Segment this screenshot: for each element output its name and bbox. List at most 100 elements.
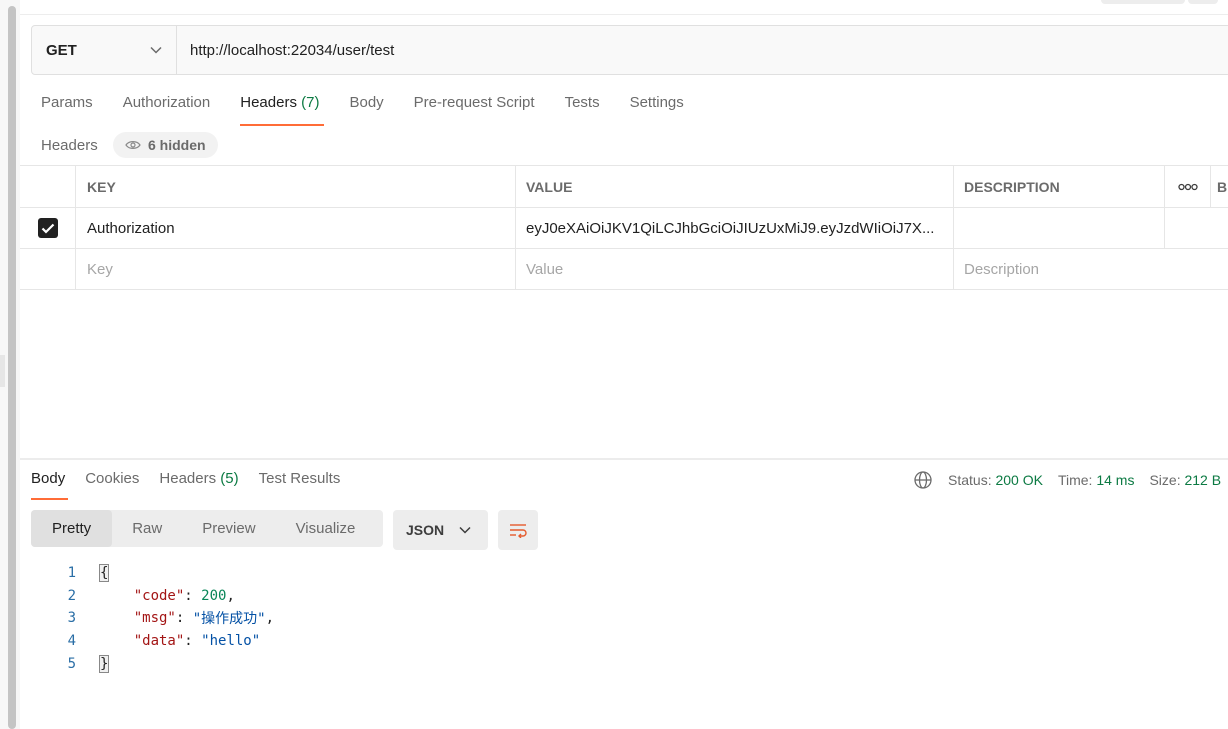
tab-params[interactable]: Params: [41, 94, 93, 126]
response-tab-cookies[interactable]: Cookies: [85, 470, 139, 500]
format-dropdown[interactable]: JSON: [393, 510, 488, 550]
bulk-edit-link[interactable]: B: [1211, 166, 1228, 207]
tab-authorization[interactable]: Authorization: [123, 94, 211, 126]
more-options-icon: [1177, 183, 1198, 190]
tab-label: Body: [349, 94, 384, 111]
open-brace[interactable]: {: [98, 564, 110, 583]
url-input[interactable]: http://localhost:22034/user/test: [177, 26, 1228, 74]
tab-label: Params: [41, 94, 93, 111]
key-input[interactable]: Key: [76, 249, 516, 289]
row-checkbox[interactable]: [20, 208, 76, 248]
line-number: 1: [67, 565, 76, 582]
top-action-button[interactable]: [1101, 0, 1185, 4]
tab-label: Headers: [159, 470, 217, 487]
line-number: 4: [67, 633, 76, 650]
row-checkbox-empty: [20, 249, 76, 289]
pane-divider[interactable]: [20, 458, 1228, 460]
size-value[interactable]: 212 B: [1184, 472, 1221, 488]
status-value[interactable]: 200 OK: [995, 472, 1042, 488]
tab-label: Settings: [629, 94, 684, 111]
code-line: 4 "data": "hello": [50, 630, 274, 653]
json-key: "msg": [133, 610, 176, 627]
tab-label: Cookies: [85, 470, 140, 487]
view-tab-visualize[interactable]: Visualize: [276, 510, 376, 547]
response-status: Status: 200 OK Time: 14 ms Size: 212 B: [913, 470, 1221, 490]
close-brace[interactable]: }: [98, 654, 110, 673]
view-tab-pretty[interactable]: Pretty: [31, 510, 113, 547]
json-string: "hello": [201, 633, 261, 650]
tab-count: (7): [301, 94, 320, 111]
table-row-new: Key Value Description: [20, 249, 1228, 290]
top-action-button-secondary[interactable]: [1188, 0, 1218, 4]
response-tab-headers[interactable]: Headers (5): [159, 470, 238, 500]
headers-table: KEY VALUE DESCRIPTION B Authorization ey…: [20, 165, 1228, 290]
tab-tests[interactable]: Tests: [565, 94, 600, 126]
response-tab-test-results[interactable]: Test Results: [259, 470, 341, 500]
table-header-row: KEY VALUE DESCRIPTION B: [20, 165, 1228, 208]
tab-count: (5): [220, 470, 239, 487]
tab-settings[interactable]: Settings: [630, 94, 684, 126]
line-number: 5: [67, 655, 76, 672]
tab-pre-request-script[interactable]: Pre-request Script: [414, 94, 535, 126]
code-line: 5}: [50, 652, 274, 675]
json-number: 200: [201, 587, 227, 604]
format-label: JSON: [406, 522, 445, 538]
eye-icon: [125, 141, 141, 149]
method-label: GET: [46, 41, 77, 59]
tab-label: Body: [31, 470, 66, 487]
status-label: Status:: [948, 472, 992, 488]
sidebar-resize-handle[interactable]: [0, 355, 5, 387]
description-cell[interactable]: [954, 208, 1165, 248]
tab-body[interactable]: Body: [349, 94, 383, 126]
tab-label: Pre-request Script: [413, 94, 535, 111]
description-input[interactable]: Description: [954, 249, 1228, 289]
tab-label: Headers: [240, 94, 297, 111]
line-number: 3: [67, 610, 76, 627]
tab-label: Test Results: [258, 470, 341, 487]
value-input[interactable]: Value: [516, 249, 954, 289]
response-tabs: Body Cookies Headers (5) Test Results: [31, 470, 360, 500]
view-tab-preview[interactable]: Preview: [182, 510, 275, 547]
time-value[interactable]: 14 ms: [1096, 472, 1134, 488]
tab-label: Authorization: [122, 94, 211, 111]
line-number: 2: [67, 587, 76, 604]
code-line: 2 "code": 200,: [50, 585, 274, 608]
response-tab-body[interactable]: Body: [31, 470, 69, 500]
response-body-code[interactable]: 1{ 2 "code": 200, 3 "msg": "操作成功", 4 "da…: [50, 562, 274, 675]
column-options-button[interactable]: [1165, 166, 1211, 207]
key-cell[interactable]: Authorization: [76, 208, 516, 248]
request-tabs: Params Authorization Headers (7) Body Pr…: [41, 94, 714, 126]
postman-request-view: GET http://localhost:22034/user/test Par…: [0, 0, 1228, 729]
chevron-down-icon: [459, 526, 471, 534]
json-key: "data": [133, 633, 185, 650]
select-column-header: [20, 166, 76, 207]
headers-section-title: Headers: [41, 137, 98, 154]
column-header-description: DESCRIPTION: [954, 166, 1165, 207]
wrap-lines-icon: [510, 524, 527, 538]
tab-headers[interactable]: Headers (7): [240, 94, 325, 126]
url-bar: GET http://localhost:22034/user/test: [31, 25, 1228, 75]
json-key: "code": [133, 587, 185, 604]
checkbox-checked[interactable]: [37, 218, 58, 238]
globe-icon[interactable]: [913, 470, 933, 490]
hidden-headers-toggle[interactable]: 6 hidden: [113, 132, 218, 158]
left-scrollbar-track[interactable]: [0, 0, 20, 729]
column-header-key: KEY: [76, 166, 516, 207]
view-mode-tabs: Pretty Raw Preview Visualize: [31, 510, 383, 547]
json-string: "操作成功": [192, 611, 266, 628]
table-row: Authorization eyJ0eXAiOiJKV1QiLCJhbGciOi…: [20, 208, 1228, 249]
left-scrollbar-thumb[interactable]: [8, 6, 16, 729]
time-label: Time:: [1057, 472, 1093, 488]
view-tab-raw[interactable]: Raw: [112, 510, 182, 547]
code-line: 1{: [50, 562, 274, 585]
check-icon: [41, 223, 54, 234]
top-divider: [20, 14, 1228, 15]
method-dropdown[interactable]: GET: [32, 26, 177, 74]
code-line: 3 "msg": "操作成功",: [50, 607, 274, 630]
value-cell[interactable]: eyJ0eXAiOiJKV1QiLCJhbGciOiJIUzUxMiJ9.eyJ…: [516, 208, 954, 248]
hidden-count-label: 6 hidden: [148, 137, 206, 153]
wrap-lines-button[interactable]: [498, 510, 538, 550]
chevron-down-icon: [150, 41, 162, 59]
tab-label: Tests: [564, 94, 600, 111]
size-label: Size:: [1149, 472, 1181, 488]
